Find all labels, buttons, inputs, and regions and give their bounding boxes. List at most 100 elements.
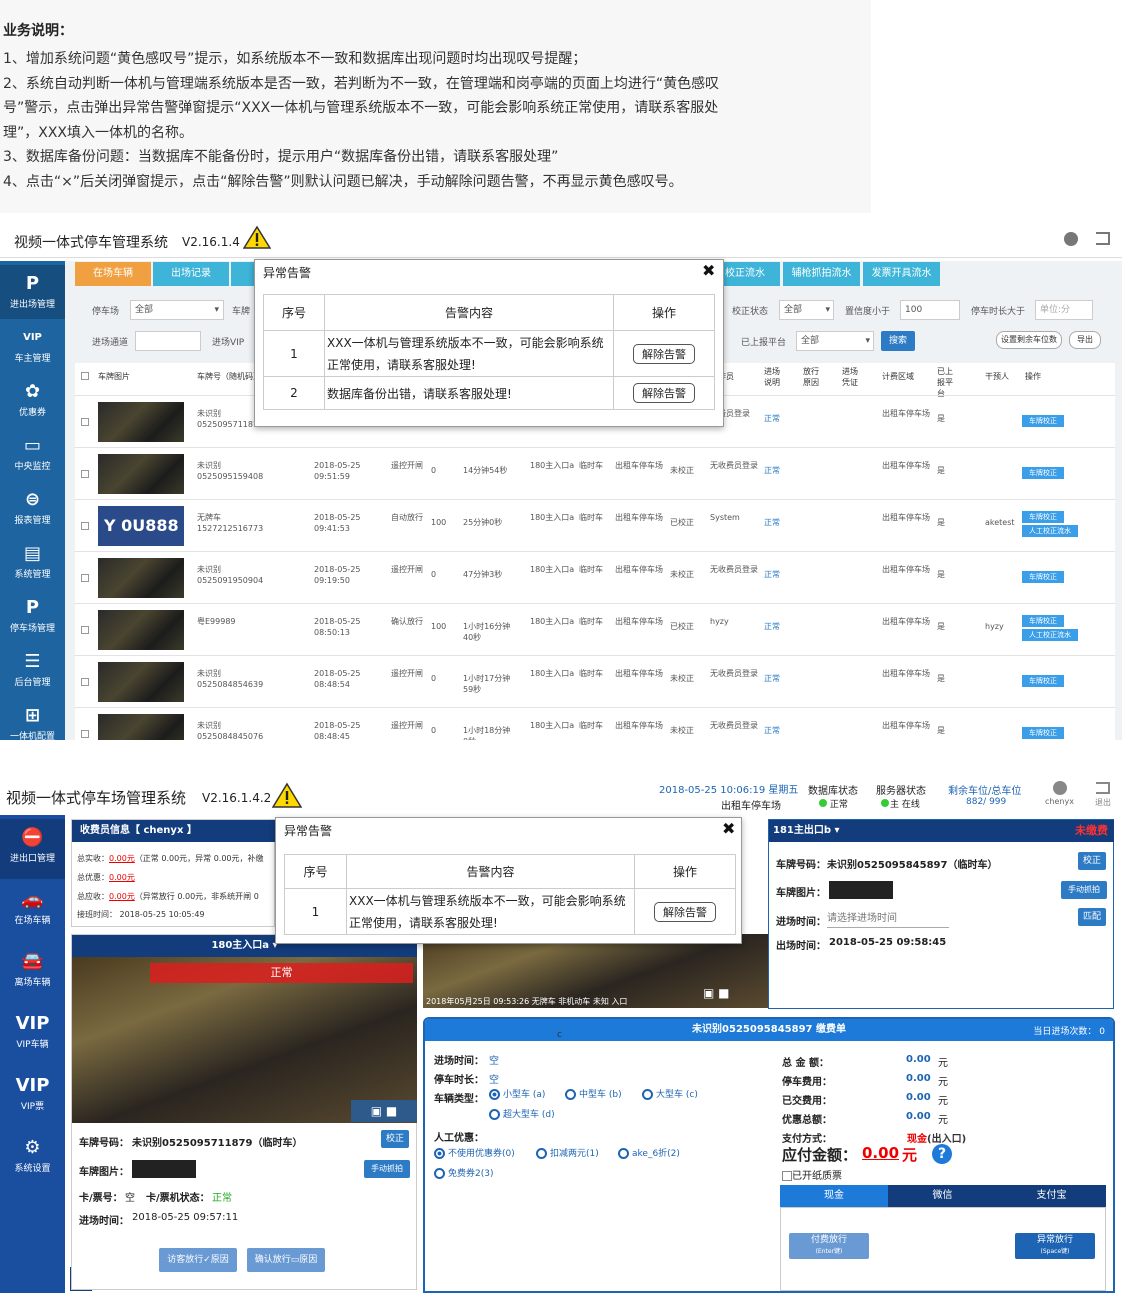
sidebar-item-gate[interactable]: ⛔ 进出口管理 xyxy=(0,819,65,879)
row-action-button[interactable]: 车牌校正 xyxy=(1022,467,1064,479)
plate-thumbnail[interactable] xyxy=(98,402,184,442)
tab-alipay[interactable]: 支付宝 xyxy=(997,1185,1106,1207)
video-icon[interactable]: ■ xyxy=(386,1104,397,1118)
cell-dur: 47分钟3秒 xyxy=(463,570,503,579)
sidebar-item-in-lot[interactable]: 🚗 在场车辆 xyxy=(0,881,65,941)
sidebar-item-coupon[interactable]: ✿ 优惠券 xyxy=(0,373,65,427)
row-checkbox[interactable] xyxy=(81,730,89,738)
row-checkbox[interactable] xyxy=(81,418,89,426)
tab-invoice[interactable]: 发票开具流水 xyxy=(863,262,940,286)
column-header: 进场凭证 xyxy=(842,367,858,387)
conf-input[interactable]: 100 xyxy=(900,300,960,320)
logout-label[interactable]: 退出 xyxy=(1095,797,1111,808)
set-spaces-button[interactable]: 设置剩余车位数 xyxy=(996,331,1062,349)
row-action-button[interactable]: 人工校正流水 xyxy=(1022,525,1078,537)
row-checkbox[interactable] xyxy=(81,678,89,686)
discount-free[interactable]: 免费券2(3) xyxy=(434,1166,493,1179)
manual-capture-button[interactable]: 手动抓拍 xyxy=(364,1160,410,1178)
discount-60[interactable]: ake_6折(2) xyxy=(618,1146,680,1159)
sidebar-item-system[interactable]: ▤ 系统管理 xyxy=(0,535,65,589)
pay-release-button[interactable]: 付费放行 (Enter键) xyxy=(789,1233,869,1259)
logout-icon[interactable] xyxy=(1096,232,1110,245)
match-button[interactable]: 匹配 xyxy=(1078,908,1106,926)
help-icon[interactable]: ? xyxy=(932,1144,952,1164)
discount-none[interactable]: 不使用优惠券(0) xyxy=(434,1146,515,1159)
logout-icon[interactable] xyxy=(1096,782,1110,794)
check-select[interactable]: 全部 ▾ xyxy=(779,300,834,320)
plate-thumbnail[interactable] xyxy=(98,454,184,494)
plate-thumbnail[interactable] xyxy=(98,662,184,702)
sidebar-item-lot[interactable]: P 停车场管理 xyxy=(0,589,65,643)
lot-select[interactable]: 全部 ▾ xyxy=(130,300,224,320)
column-header: 车牌号（随机码） xyxy=(197,372,255,381)
vehicle-type-small[interactable]: 小型车 (a) xyxy=(489,1087,545,1100)
user-icon[interactable] xyxy=(1053,781,1067,795)
list-icon: ☰ xyxy=(24,651,41,672)
row-action-button[interactable]: 车牌校正 xyxy=(1022,675,1064,687)
sidebar-item-entry-exit[interactable]: P 进出场管理 xyxy=(0,265,65,319)
uploaded-select[interactable]: 全部 ▾ xyxy=(796,331,874,351)
channel-input[interactable] xyxy=(135,331,201,351)
paper-invoice-checkbox[interactable]: 已开纸质票 xyxy=(782,1167,842,1182)
sidebar-item-vip-ticket[interactable]: VIP VIP票 xyxy=(0,1067,65,1127)
plate-thumbnail[interactable]: Y 0U888 xyxy=(98,506,184,546)
dismiss-alarm-button[interactable]: 解除告警 xyxy=(654,901,716,922)
cell-code: 0525095711879 xyxy=(197,420,264,429)
system-icon: ▤ xyxy=(23,543,41,564)
tab-cash[interactable]: 现金 xyxy=(780,1185,888,1207)
sidebar-item-vip-car[interactable]: VIP VIP车辆 xyxy=(0,1005,65,1065)
manual-capture-button[interactable]: 手动抓拍 xyxy=(1061,881,1107,899)
photo-icon[interactable]: ▣ xyxy=(703,986,714,1000)
row-checkbox[interactable] xyxy=(81,470,89,478)
vehicle-type-large[interactable]: 大型车 (c) xyxy=(642,1087,698,1100)
search-button[interactable]: 搜索 xyxy=(881,331,915,351)
row-action-button[interactable]: 车牌校正 xyxy=(1022,571,1064,583)
photo-icon[interactable]: ▣ xyxy=(371,1104,382,1118)
row-action-button[interactable]: 人工校正流水 xyxy=(1022,629,1078,641)
sidebar-item-monitor[interactable]: ▭ 中央监控 xyxy=(0,427,65,481)
discount-minus-two[interactable]: 扣减两元(1) xyxy=(536,1146,599,1159)
correct-button[interactable]: 校正 xyxy=(381,1130,409,1148)
warning-icon[interactable] xyxy=(243,225,271,249)
visitor-release-button[interactable]: 访客放行✓原因 xyxy=(159,1248,237,1272)
plate-thumbnail[interactable] xyxy=(98,714,184,740)
close-icon[interactable]: ✖ xyxy=(722,819,735,838)
row-action-button[interactable]: 车牌校正 xyxy=(1022,727,1064,739)
cell-code: 0525084854639 xyxy=(197,680,264,689)
plate-thumbnail[interactable] xyxy=(98,558,184,598)
dismiss-alarm-button[interactable]: 解除告警 xyxy=(633,383,695,403)
row-action-button[interactable]: 车牌校正 xyxy=(1022,415,1064,427)
sidebar-item-report[interactable]: ⊜ 报表管理 xyxy=(0,481,65,535)
tab-exit-record[interactable]: 出场记录 xyxy=(153,262,229,286)
row-action-button[interactable]: 车牌校正 xyxy=(1022,511,1064,523)
dismiss-alarm-button[interactable]: 解除告警 xyxy=(633,343,695,364)
sidebar-item-owner[interactable]: VIP 车主管理 xyxy=(0,319,65,373)
vehicle-type-medium[interactable]: 中型车 (b) xyxy=(565,1087,622,1100)
tab-aux-capture[interactable]: 辅枪抓拍流水 xyxy=(783,262,860,286)
vehicle-type-xlarge[interactable]: 超大型车 (d) xyxy=(489,1107,555,1120)
row-action-button[interactable]: 车牌校正 xyxy=(1022,615,1064,627)
row-checkbox[interactable] xyxy=(81,626,89,634)
close-icon[interactable]: ✖ xyxy=(702,261,715,280)
confirm-release-button[interactable]: 确认放行▭原因 xyxy=(247,1248,325,1272)
row-checkbox[interactable] xyxy=(81,522,89,530)
warning-icon[interactable] xyxy=(272,782,302,808)
correct-button[interactable]: 校正 xyxy=(1078,852,1106,870)
sidebar-item-left[interactable]: 🚘 离场车辆 xyxy=(0,943,65,1003)
duration-input[interactable]: 单位:分 xyxy=(1035,300,1093,320)
sidebar-item-device[interactable]: ⊞ 一体机配置 xyxy=(0,697,65,751)
total-value: 0.00 xyxy=(906,1054,931,1065)
row-checkbox[interactable] xyxy=(81,574,89,582)
tab-in-lot[interactable]: 在场车辆 xyxy=(75,262,151,286)
export-button[interactable]: 导出 xyxy=(1069,331,1101,349)
user-icon[interactable] xyxy=(1064,232,1078,246)
sidebar-item-backend[interactable]: ☰ 后台管理 xyxy=(0,643,65,697)
radio-icon xyxy=(565,1089,576,1100)
plate-thumbnail[interactable] xyxy=(98,610,184,650)
sidebar-item-settings[interactable]: ⚙ 系统设置 xyxy=(0,1129,65,1189)
abnormal-release-button[interactable]: 异常放行 (Space键) xyxy=(1015,1233,1095,1259)
select-all-checkbox[interactable] xyxy=(81,372,89,380)
video-icon[interactable]: ■ xyxy=(718,986,729,1000)
enter-time-input[interactable]: 请选择进场时间 xyxy=(827,910,949,928)
tab-wechat[interactable]: 微信 xyxy=(888,1185,997,1207)
